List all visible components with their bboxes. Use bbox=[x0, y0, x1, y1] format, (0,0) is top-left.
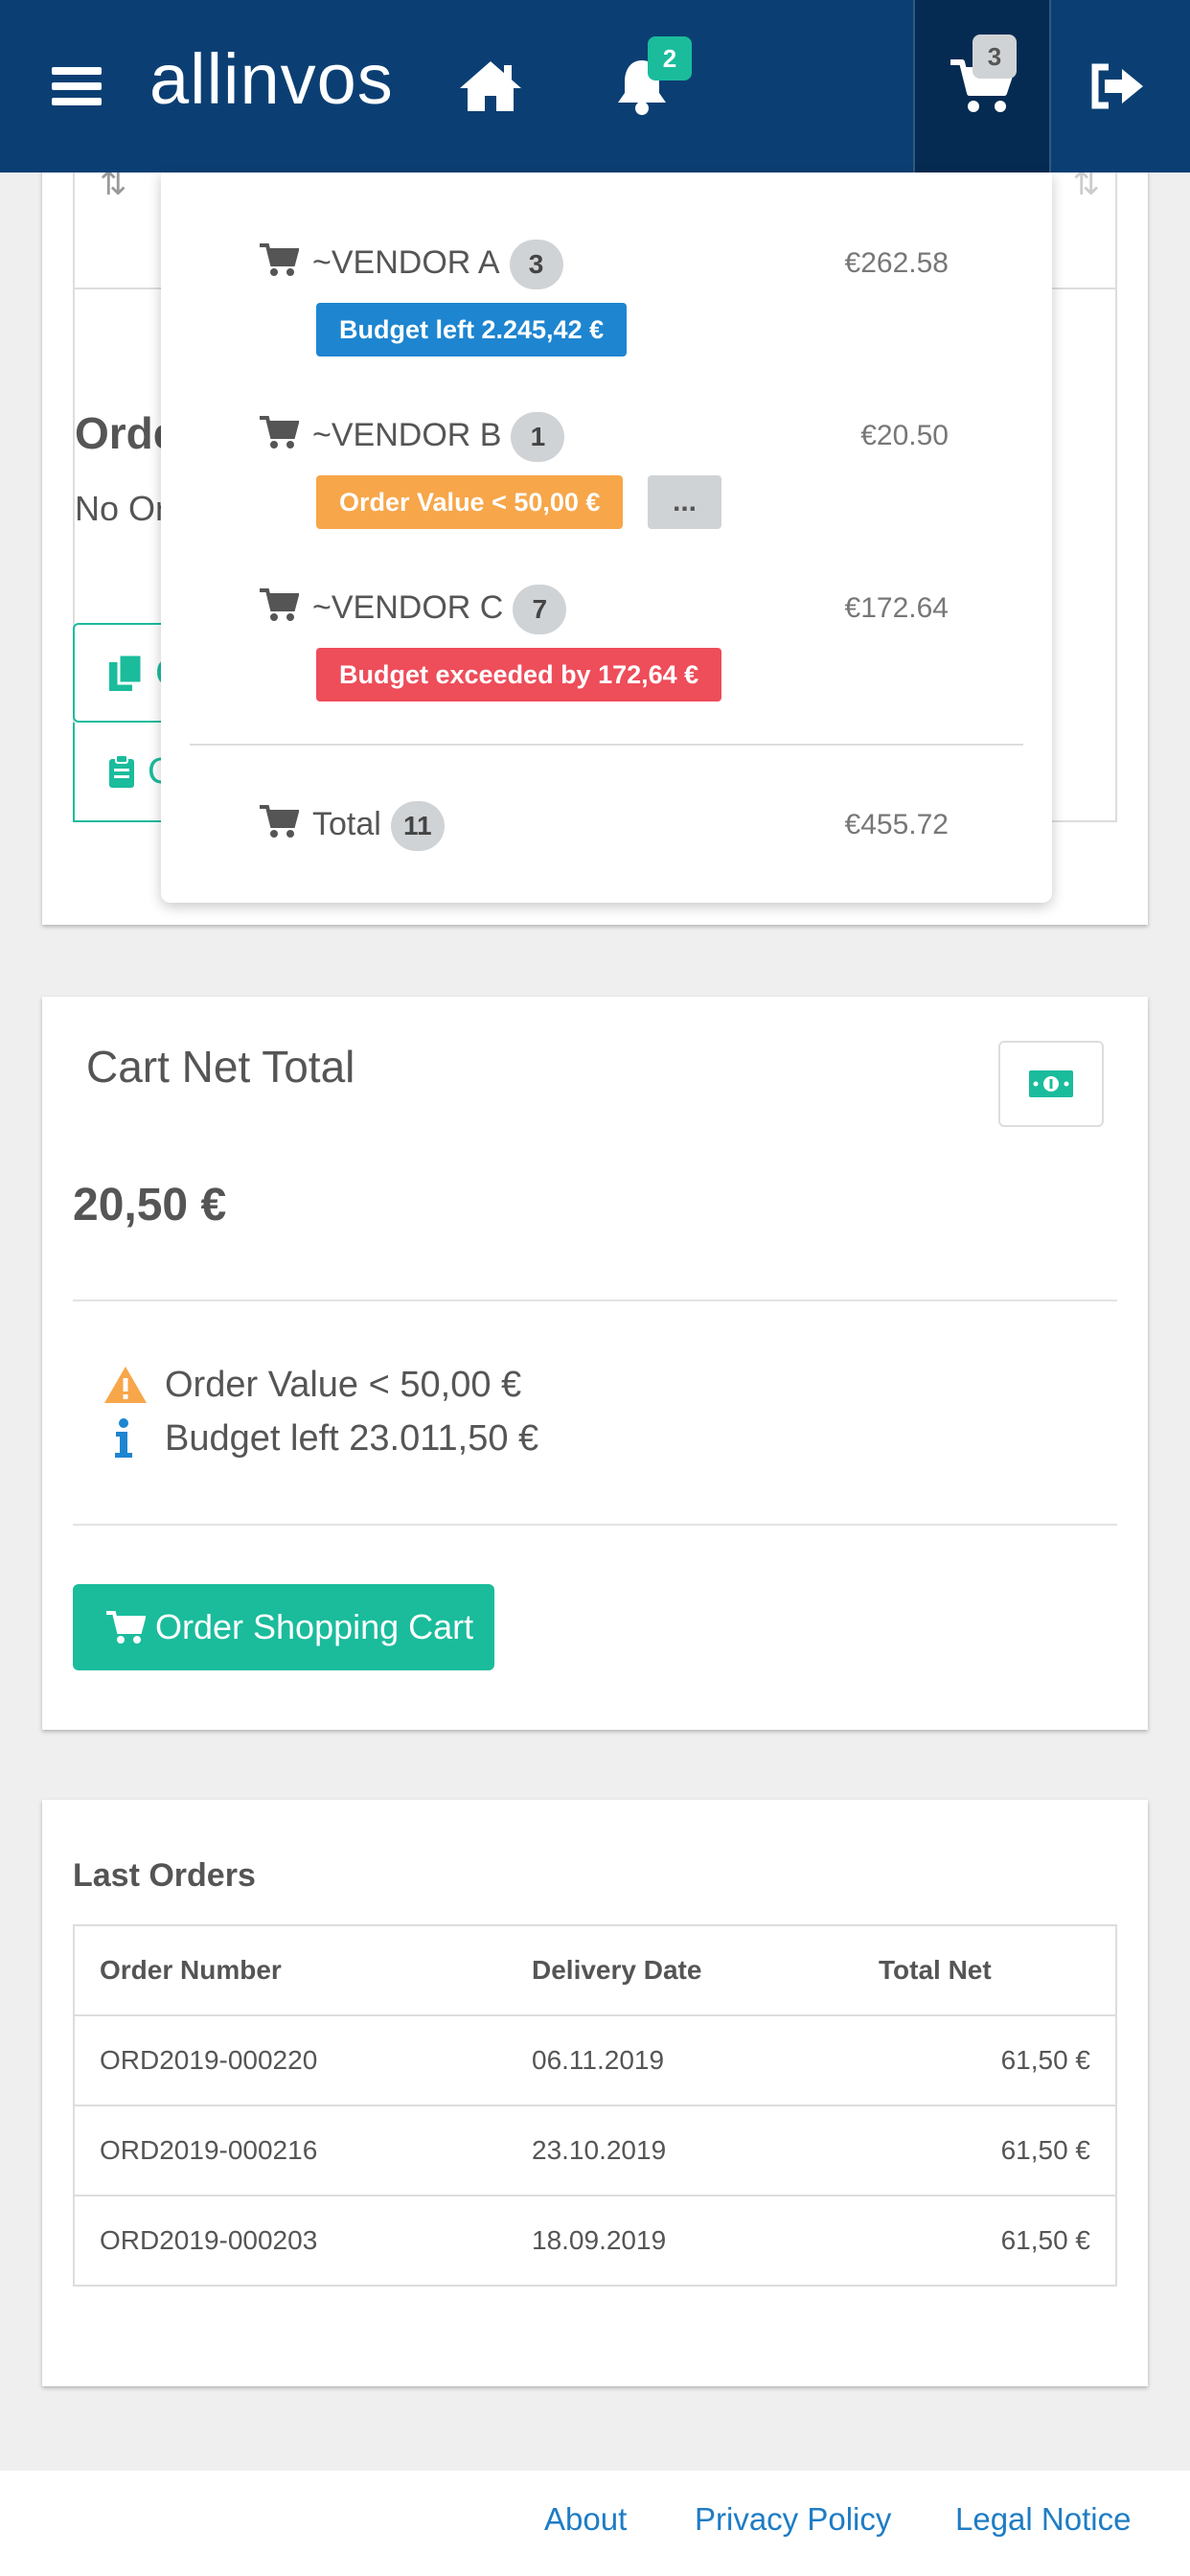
menu-button[interactable] bbox=[38, 0, 115, 172]
delivery-date: 06.11.2019 bbox=[507, 2015, 854, 2106]
footer: About Privacy Policy Legal Notice bbox=[0, 2471, 1190, 2576]
cart-icon bbox=[106, 1611, 146, 1644]
last-orders-card: Last Orders Order Number Delivery Date T… bbox=[42, 1800, 1148, 2386]
total-amount: €455.72 bbox=[844, 809, 949, 840]
about-link[interactable]: About bbox=[544, 2501, 627, 2538]
total-label: Total bbox=[312, 805, 381, 842]
total-net: 61,50 € bbox=[854, 2105, 1116, 2196]
money-button[interactable] bbox=[998, 1041, 1104, 1127]
cart-icon bbox=[260, 416, 299, 448]
divider bbox=[73, 1524, 1117, 1526]
total-row: Total 11 €455.72 bbox=[259, 795, 949, 853]
divider bbox=[73, 1300, 1117, 1301]
order-number: ORD2019-000203 bbox=[100, 2225, 318, 2255]
cart-net-amount: 20,50 € bbox=[73, 1180, 227, 1230]
vendor-name: ~VENDOR C bbox=[312, 588, 504, 626]
info-message: Budget left 23.011,50 € bbox=[165, 1418, 539, 1459]
dropdown-divider bbox=[190, 744, 1023, 746]
cart-badge: 3 bbox=[973, 34, 1017, 79]
total-net: 61,50 € bbox=[1000, 2225, 1090, 2255]
total-net: 61,50 € bbox=[854, 2015, 1116, 2106]
no-orders-text: No Or bbox=[75, 489, 168, 528]
info-icon bbox=[115, 1418, 132, 1458]
cart-net-total-card: Cart Net Total 20,50 € Order Value < 50,… bbox=[42, 997, 1148, 1730]
vendor-amount: €262.58 bbox=[844, 247, 949, 279]
cart-button[interactable]: 3 bbox=[913, 0, 1051, 172]
cart-icon bbox=[260, 243, 299, 276]
table-row[interactable]: ORD2019-000203 18.09.2019 61,50 € bbox=[74, 2196, 1116, 2286]
brand-logo[interactable]: allinvos bbox=[149, 38, 394, 120]
cart-icon bbox=[260, 805, 299, 838]
total-count-badge: 11 bbox=[390, 801, 445, 851]
notifications-button[interactable]: 2 bbox=[602, 0, 692, 172]
vendor-count-badge: 1 bbox=[511, 412, 565, 462]
vendor-row[interactable]: ~VENDOR C7 €172.64 bbox=[259, 579, 949, 636]
vendor-name: ~VENDOR B bbox=[312, 416, 502, 453]
last-orders-table: Order Number Delivery Date Total Net ORD… bbox=[73, 1924, 1117, 2287]
budget-left-tag: Budget left 2.245,42 € bbox=[316, 303, 628, 356]
logout-button[interactable] bbox=[1073, 0, 1161, 172]
vendor-name: ~VENDOR A bbox=[312, 243, 500, 281]
table-row[interactable]: ORD2019-000216 23.10.2019 61,50 € bbox=[74, 2105, 1116, 2196]
hamburger-icon bbox=[52, 67, 102, 105]
privacy-policy-link[interactable]: Privacy Policy bbox=[695, 2501, 891, 2538]
legal-notice-link[interactable]: Legal Notice bbox=[955, 2501, 1131, 2538]
order-button-label: Order Shopping Cart bbox=[155, 1607, 474, 1646]
card-title: Last Orders bbox=[73, 1857, 256, 1894]
home-button[interactable] bbox=[450, 0, 531, 172]
order-value-tag: Order Value < 50,00 € bbox=[316, 475, 624, 529]
column-header[interactable]: Delivery Date bbox=[507, 1925, 854, 2016]
vendor-row[interactable]: ~VENDOR B1 €20.50 bbox=[259, 406, 949, 464]
column-header[interactable]: Total Net bbox=[854, 1925, 1116, 2016]
cart-dropdown: ~VENDOR A3 €262.58 Budget left 2.245,42 … bbox=[161, 172, 1052, 903]
notifications-badge: 2 bbox=[648, 36, 692, 80]
sign-out-icon bbox=[1091, 63, 1143, 109]
home-icon bbox=[460, 61, 521, 111]
order-number: ORD2019-000216 bbox=[74, 2105, 507, 2196]
delivery-date: 23.10.2019 bbox=[507, 2105, 854, 2196]
vendor-amount: €20.50 bbox=[860, 420, 949, 451]
order-shopping-cart-button[interactable]: Order Shopping Cart bbox=[73, 1584, 494, 1670]
warning-message: Order Value < 50,00 € bbox=[165, 1365, 522, 1405]
cart-icon bbox=[260, 588, 299, 621]
clipboard-icon bbox=[109, 754, 134, 788]
money-bill-icon bbox=[1029, 1070, 1073, 1097]
more-tags-button[interactable]: ... bbox=[648, 475, 722, 529]
card-title: Cart Net Total bbox=[86, 1042, 355, 1092]
vendor-count-badge: 3 bbox=[509, 240, 563, 289]
top-navbar: allinvos 2 3 bbox=[0, 0, 1190, 172]
table-row[interactable]: ORD2019-000220 06.11.2019 61,50 € bbox=[74, 2015, 1116, 2106]
vendor-amount: €172.64 bbox=[844, 592, 949, 624]
delivery-date: 18.09.2019 bbox=[532, 2225, 667, 2255]
table-header-row: Order Number Delivery Date Total Net bbox=[74, 1925, 1116, 2016]
copy-icon bbox=[109, 653, 144, 691]
vendor-count-badge: 7 bbox=[513, 585, 567, 634]
warning-icon bbox=[104, 1367, 147, 1403]
budget-exceeded-tag: Budget exceeded by 172,64 € bbox=[316, 648, 722, 702]
order-number: ORD2019-000220 bbox=[74, 2015, 507, 2106]
vendor-row[interactable]: ~VENDOR A3 €262.58 bbox=[259, 234, 949, 291]
column-header[interactable]: Order Number bbox=[74, 1925, 507, 2016]
